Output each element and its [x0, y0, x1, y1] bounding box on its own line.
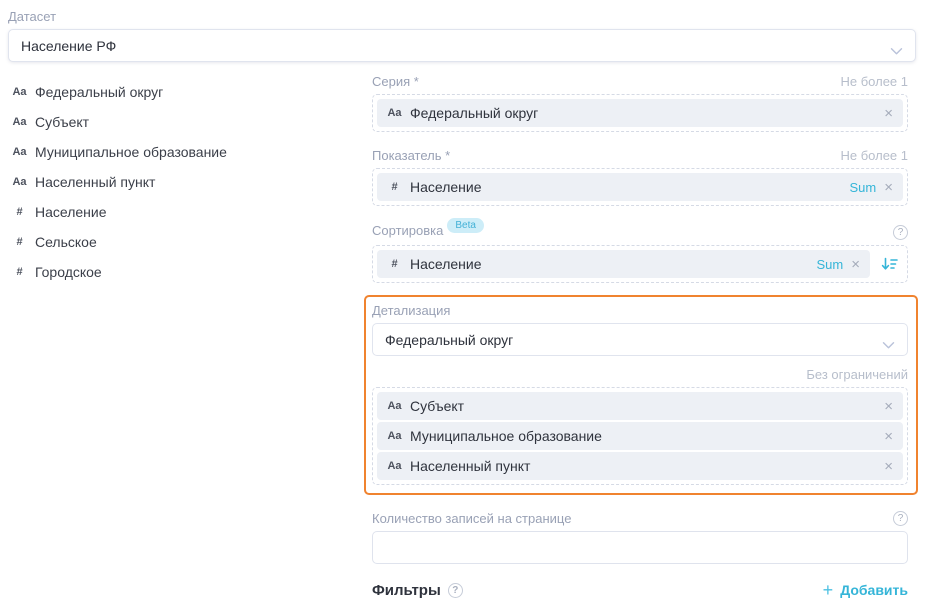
field-name: Населенный пункт [35, 174, 155, 190]
detail-section-highlight: Детализация Федеральный округ Без ограни… [364, 295, 918, 495]
series-dropzone[interactable]: Aa Федеральный округ × [372, 94, 908, 132]
chip-name: Населенный пункт [410, 458, 876, 474]
detail-select-value: Федеральный округ [385, 332, 513, 348]
sort-label: Сортировка [372, 223, 443, 238]
detail-dropzone[interactable]: Aa Субъект × Aa Муниципальное образовани… [372, 387, 908, 485]
detail-label: Детализация [372, 303, 908, 318]
measure-label: Показатель * [372, 148, 450, 163]
add-filter-label: Добавить [840, 582, 908, 598]
series-section: Серия * Не более 1 Aa Федеральный округ … [372, 74, 908, 132]
config-panel: Серия * Не более 1 Aa Федеральный округ … [372, 62, 908, 599]
main-area: Aa Федеральный округ Aa Субъект Aa Муниц… [0, 62, 938, 599]
text-type-icon: Aa [12, 86, 27, 98]
page-size-input[interactable] [372, 531, 908, 564]
aggregation-badge[interactable]: Sum [817, 257, 844, 272]
number-type-icon: # [12, 266, 27, 278]
detail-select[interactable]: Федеральный округ [372, 323, 908, 356]
aggregation-badge[interactable]: Sum [850, 180, 877, 195]
field-name: Субъект [35, 114, 89, 130]
sort-chip[interactable]: # Население Sum × [377, 250, 870, 278]
close-icon[interactable]: × [851, 257, 860, 272]
field-item[interactable]: # Городское [12, 257, 372, 287]
chip-name: Федеральный округ [410, 105, 876, 121]
detail-chip[interactable]: Aa Субъект × [377, 392, 903, 420]
help-icon[interactable]: ? [448, 583, 463, 598]
text-type-icon: Aa [387, 430, 402, 442]
help-icon[interactable]: ? [893, 225, 908, 240]
chip-name: Население [410, 179, 842, 195]
field-item[interactable]: # Население [12, 197, 372, 227]
add-filter-button[interactable]: + Добавить [823, 581, 908, 599]
text-type-icon: Aa [12, 146, 27, 158]
sort-dropzone[interactable]: # Население Sum × [372, 245, 908, 283]
measure-limit-hint: Не более 1 [840, 148, 908, 163]
series-label: Серия * [372, 74, 419, 89]
field-name: Население [35, 204, 107, 220]
number-type-icon: # [12, 236, 27, 248]
page-size-section: Количество записей на странице ? [372, 511, 908, 564]
close-icon[interactable]: × [884, 429, 893, 444]
series-chip[interactable]: Aa Федеральный округ × [377, 99, 903, 127]
dataset-section: Датасет Население РФ [8, 9, 916, 62]
chip-name: Субъект [410, 398, 876, 414]
field-name: Муниципальное образование [35, 144, 227, 160]
filters-section: Фильтры ? + Добавить [372, 581, 908, 599]
dataset-label: Датасет [8, 9, 916, 24]
chevron-down-icon [882, 337, 895, 353]
close-icon[interactable]: × [884, 399, 893, 414]
close-icon[interactable]: × [884, 180, 893, 195]
detail-limit-hint: Без ограничений [372, 367, 908, 382]
number-type-icon: # [387, 181, 402, 193]
detail-chip[interactable]: Aa Муниципальное образование × [377, 422, 903, 450]
chip-name: Население [410, 256, 809, 272]
fields-panel: Aa Федеральный округ Aa Субъект Aa Муниц… [0, 62, 372, 599]
number-type-icon: # [12, 206, 27, 218]
field-item[interactable]: Aa Населенный пункт [12, 167, 372, 197]
sort-descending-icon[interactable] [881, 257, 898, 272]
text-type-icon: Aa [387, 107, 402, 119]
sort-section: СортировкаBeta ? # Население Sum × [372, 222, 908, 283]
field-item[interactable]: Aa Федеральный округ [12, 77, 372, 107]
help-icon[interactable]: ? [893, 511, 908, 526]
text-type-icon: Aa [12, 176, 27, 188]
measure-dropzone[interactable]: # Население Sum × [372, 168, 908, 206]
measure-chip[interactable]: # Население Sum × [377, 173, 903, 201]
field-name: Городское [35, 264, 102, 280]
field-name: Сельское [35, 234, 97, 250]
text-type-icon: Aa [387, 400, 402, 412]
chip-name: Муниципальное образование [410, 428, 876, 444]
number-type-icon: # [387, 258, 402, 270]
filters-label: Фильтры [372, 582, 441, 599]
field-name: Федеральный округ [35, 84, 163, 100]
plus-icon: + [823, 581, 834, 599]
page-size-label: Количество записей на странице [372, 511, 571, 526]
measure-section: Показатель * Не более 1 # Население Sum … [372, 148, 908, 206]
detail-chip[interactable]: Aa Населенный пункт × [377, 452, 903, 480]
field-item[interactable]: # Сельское [12, 227, 372, 257]
text-type-icon: Aa [387, 460, 402, 472]
close-icon[interactable]: × [884, 106, 893, 121]
field-item[interactable]: Aa Субъект [12, 107, 372, 137]
text-type-icon: Aa [12, 116, 27, 128]
dataset-select-value: Население РФ [21, 38, 116, 54]
close-icon[interactable]: × [884, 459, 893, 474]
dataset-select[interactable]: Население РФ [8, 29, 916, 62]
chevron-down-icon [890, 43, 903, 59]
series-limit-hint: Не более 1 [840, 74, 908, 89]
field-item[interactable]: Aa Муниципальное образование [12, 137, 372, 167]
beta-badge: Beta [447, 218, 484, 233]
